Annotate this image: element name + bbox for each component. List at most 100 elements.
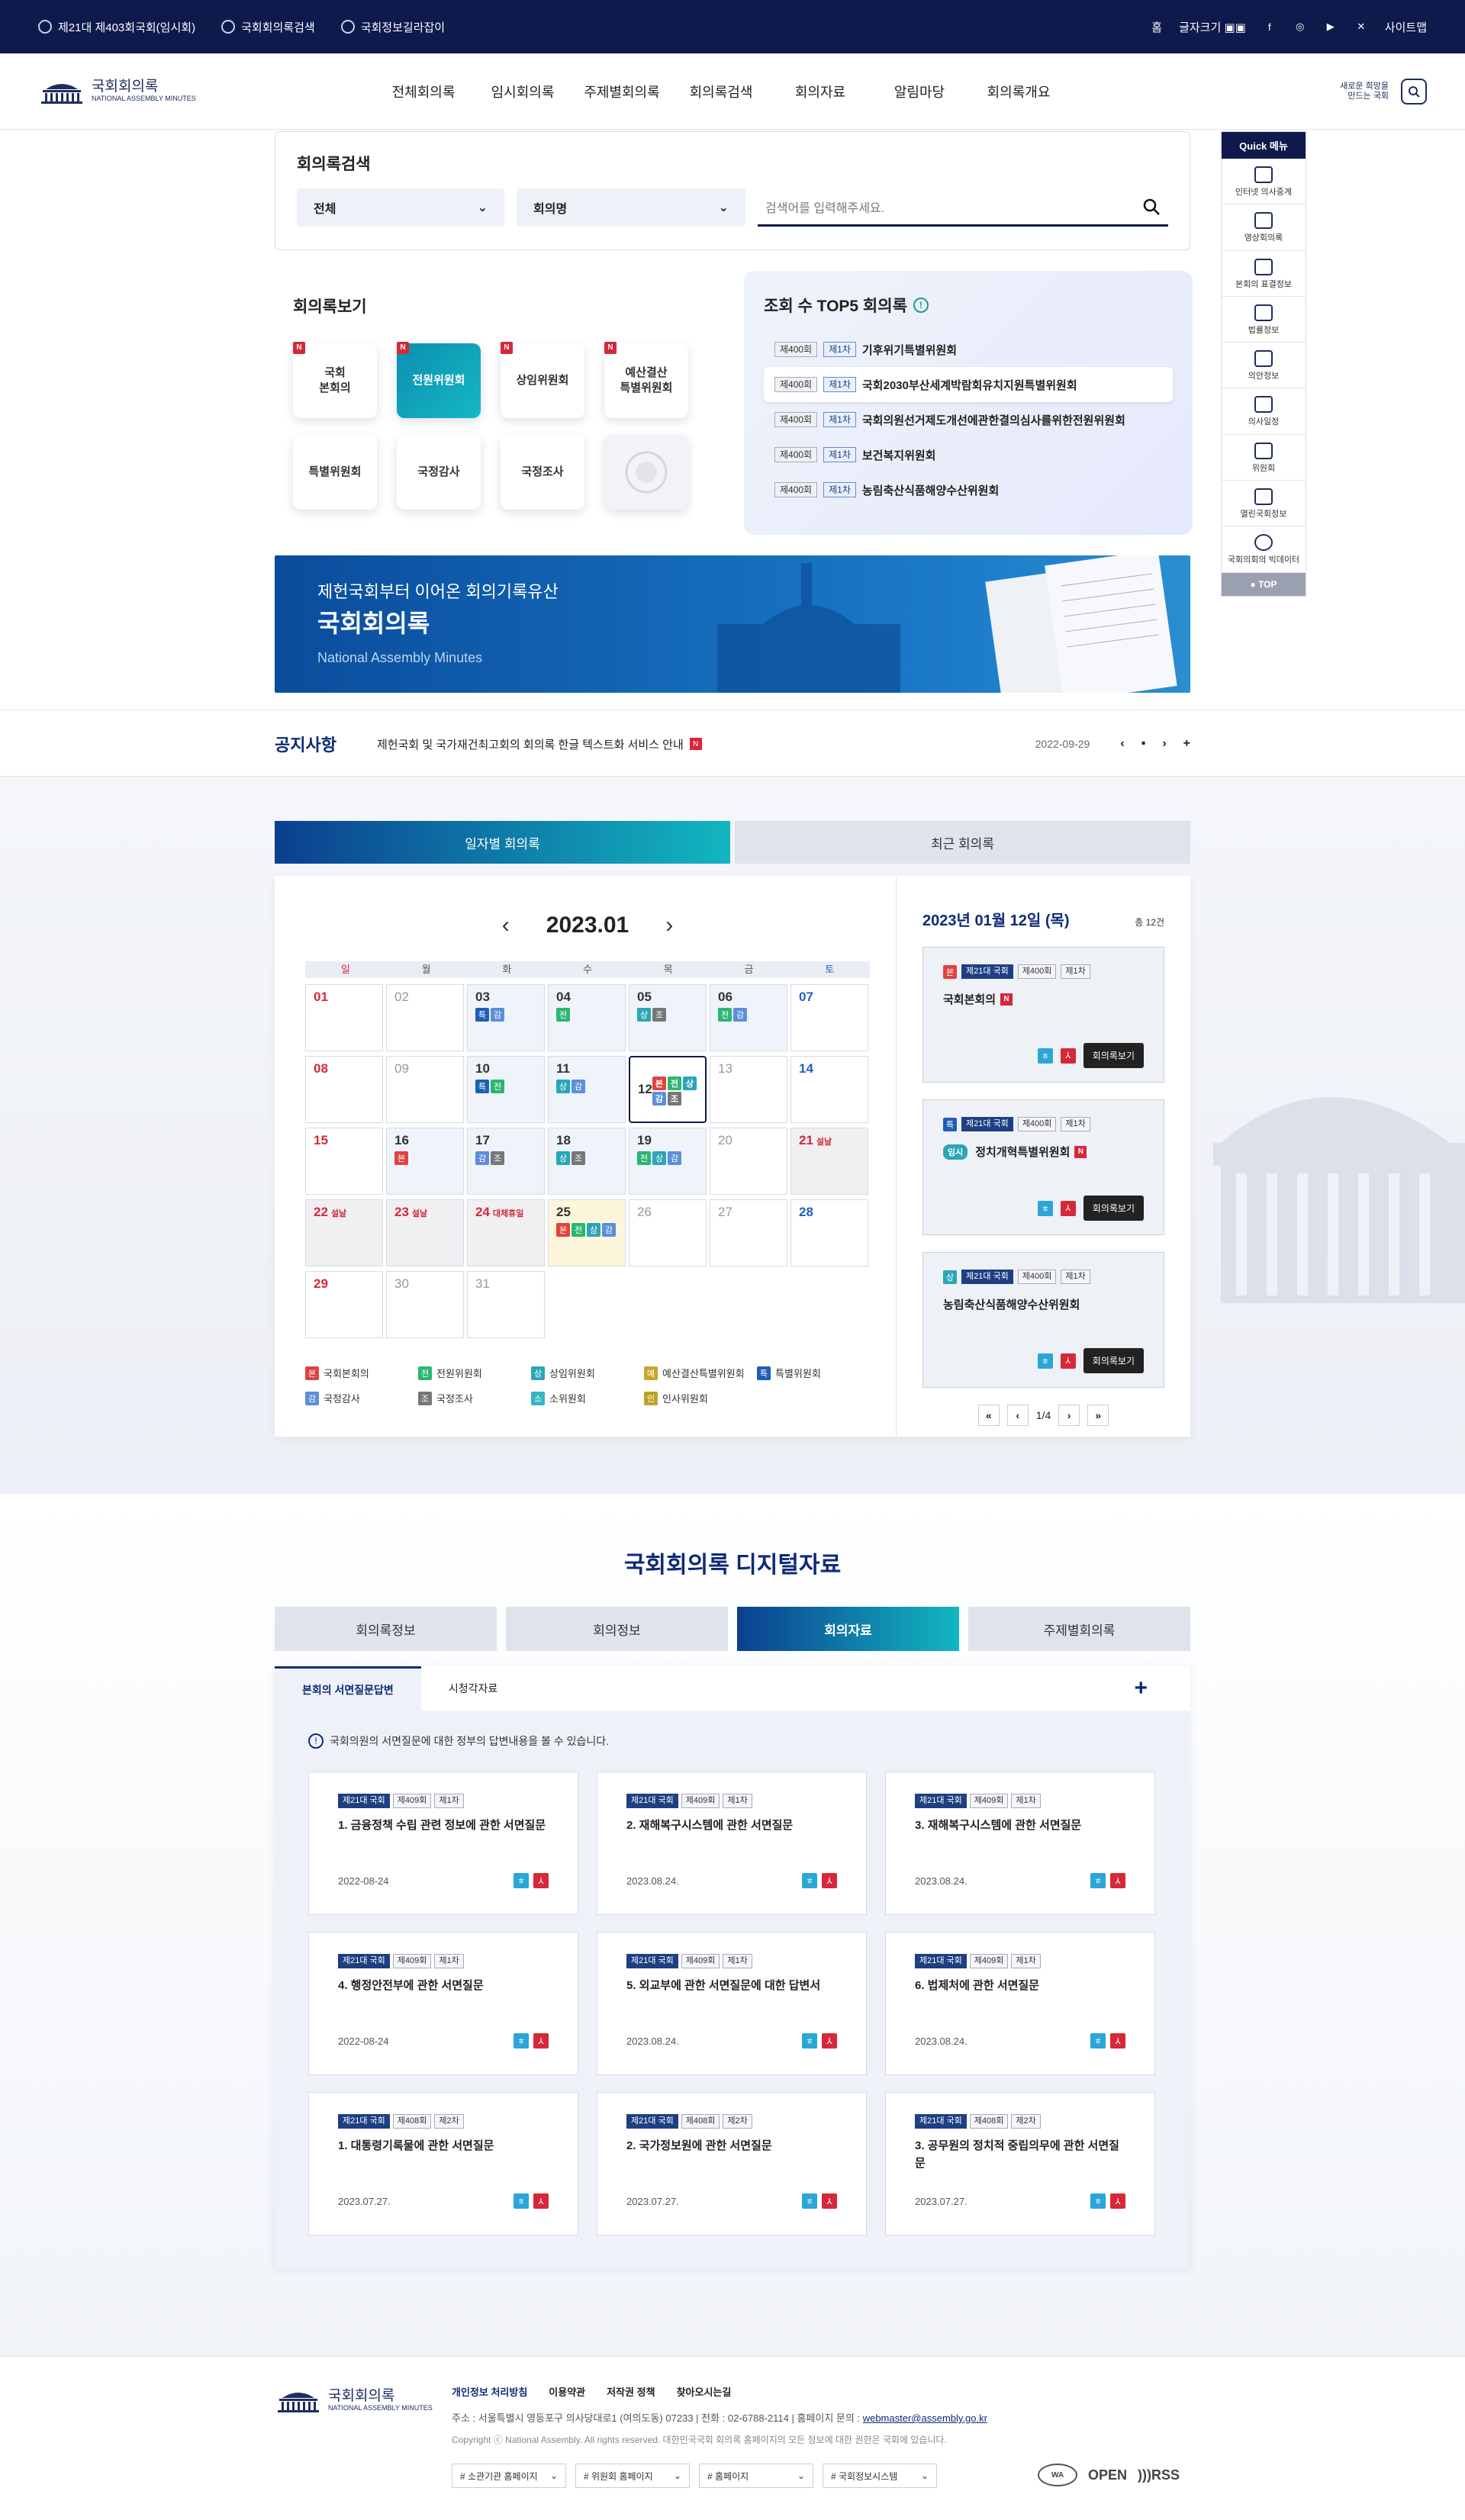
copyright-link[interactable]: 저작권 정책 [607, 2384, 655, 2399]
meeting-type-chip[interactable]: 감 [652, 1092, 666, 1106]
calendar-day[interactable]: 16 본 [386, 1128, 464, 1195]
guide-link[interactable]: 국회정보길라잡이 [340, 19, 445, 35]
nav-materials[interactable]: 회의자료 [771, 82, 870, 101]
hwp-file-icon[interactable]: ㅎ [1037, 1048, 1053, 1064]
hwp-file-icon[interactable]: ㅎ [1037, 1200, 1053, 1216]
search-button[interactable] [1401, 78, 1427, 105]
pdf-file-icon[interactable]: ⅄ [1110, 2193, 1125, 2209]
email-link[interactable]: webmaster@assembly.go.kr [863, 2412, 987, 2424]
category-plenary[interactable]: N 국회 본회의 [293, 342, 377, 418]
x-icon[interactable]: ✕ [1354, 20, 1368, 34]
pdf-file-icon[interactable]: ⅄ [533, 1873, 549, 1888]
meeting-type-chip[interactable]: 감 [668, 1151, 681, 1165]
session-link[interactable]: 제21대 제403회국회(임시회) [38, 19, 195, 35]
calendar-day[interactable]: 10 특 전 [467, 1056, 545, 1123]
quick-item-open[interactable]: 열린국회정보 [1222, 481, 1306, 527]
facebook-icon[interactable]: f [1263, 20, 1277, 34]
info-icon[interactable]: ! [913, 298, 929, 313]
meeting-type-chip[interactable]: 상 [556, 1080, 570, 1093]
pdf-file-icon[interactable]: ⅄ [1060, 1200, 1076, 1216]
nav-all-minutes[interactable]: 전체회의록 [374, 82, 473, 101]
top-button[interactable]: ● TOP [1222, 572, 1306, 596]
more-icon[interactable]: + [1183, 737, 1190, 751]
next-icon[interactable]: › [1162, 737, 1166, 751]
meeting-type-chip[interactable]: 본 [394, 1151, 408, 1165]
tab-recent-minutes[interactable]: 최근 회의록 [735, 821, 1190, 864]
written-question-card[interactable]: 제21대 국회 제409회 제1차 4. 행정안전부에 관한 서면질문 2022-08-… [308, 1932, 578, 2075]
meeting-type-chip[interactable]: 전 [572, 1223, 585, 1237]
category-standing-committee[interactable]: N 상임위원회 [501, 342, 584, 418]
site-logo[interactable]: 국회회의록 NATIONAL ASSEMBLY MINUTES [38, 79, 196, 105]
nav-search-minutes[interactable]: 회의록검색 [671, 82, 771, 101]
home-link[interactable]: 홈 [1151, 19, 1162, 35]
meeting-type-chip[interactable]: 조 [667, 1092, 681, 1106]
category-whole-committee[interactable]: N 전원위원회 [397, 342, 481, 418]
tab-meeting-materials[interactable]: 회의자료 [737, 1607, 959, 1651]
quick-item-schedule[interactable]: 의사일정 [1222, 388, 1306, 435]
meeting-type-chip[interactable]: 본 [652, 1077, 666, 1090]
pdf-file-icon[interactable]: ⅄ [1110, 1873, 1125, 1888]
written-question-card[interactable]: 제21대 국회 제408회 제2차 1. 대통령기록물에 관한 서면질문 2023.07… [308, 2092, 578, 2235]
category-audit[interactable]: 국정감사 [397, 435, 481, 510]
meeting-type-chip[interactable]: 감 [733, 1008, 747, 1022]
font-size-control[interactable]: 글자크기 ▣▣ [1179, 19, 1246, 35]
meeting-type-chip[interactable]: 상 [652, 1151, 666, 1165]
meeting-type-chip[interactable]: 감 [475, 1151, 489, 1165]
top5-item[interactable]: 제400회 제1차 국회의원선거제도개선에관한결의심사를위한전원위원회 [764, 402, 1173, 437]
heritage-banner[interactable]: 제헌국회부터 이어온 회의기록유산 국회회의록 National Assembl… [275, 555, 1190, 693]
written-question-card[interactable]: 제21대 국회 제408회 제2차 2. 국가정보원에 관한 서면질문 2023.07.… [597, 2092, 867, 2235]
top5-item[interactable]: 제400회 제1차 농림축산식품해양수산위원회 [764, 472, 1173, 507]
hwp-file-icon[interactable]: ㅎ [514, 2193, 529, 2209]
meeting-type-chip[interactable]: 전 [718, 1008, 732, 1022]
meeting-type-chip[interactable]: 전 [556, 1008, 570, 1022]
prev-month-icon[interactable]: ‹ [502, 912, 510, 938]
calendar-day[interactable]: 18 상 조 [548, 1128, 626, 1195]
meeting-type-chip[interactable]: 특 [475, 1080, 489, 1093]
tab-meeting-info[interactable]: 회의정보 [506, 1607, 728, 1651]
written-question-card[interactable]: 제21대 국회 제409회 제1차 5. 외교부에 관한 서면질문에 대한 답변서 20… [597, 1932, 867, 2075]
calendar-day[interactable]: 25 본 전 상 감 [548, 1199, 626, 1266]
nav-temp-minutes[interactable]: 임시회의록 [473, 82, 572, 101]
youtube-icon[interactable]: ▶ [1324, 20, 1338, 34]
top5-item[interactable]: 제400회 제1차 국회2030부산세계박람회유치지원특별위원회 [764, 367, 1173, 402]
hwp-file-icon[interactable]: ㅎ [802, 1873, 817, 1888]
info-system-select[interactable]: # 국회정보시스템 ⌄ [823, 2464, 937, 2488]
terms-link[interactable]: 이용약관 [549, 2384, 585, 2399]
meeting-type-chip[interactable]: 조 [652, 1008, 666, 1022]
written-question-card[interactable]: 제21대 국회 제409회 제1차 6. 법제처에 관한 서면질문 2023.08.24… [885, 1932, 1155, 2075]
pdf-file-icon[interactable]: ⅄ [822, 2193, 837, 2209]
category-investigation[interactable]: 국정조사 [501, 435, 584, 510]
calendar-day[interactable]: 03 특 감 [467, 984, 545, 1051]
calendar-day[interactable]: 11 상 감 [548, 1056, 626, 1123]
quick-item-committee[interactable]: 위원회 [1222, 435, 1306, 481]
written-question-card[interactable]: 제21대 국회 제409회 제1차 3. 재해복구시스템에 관한 서면질문 2023.0… [885, 1772, 1155, 1915]
hwp-file-icon[interactable]: ㅎ [514, 2033, 529, 2049]
last-page-icon[interactable]: » [1087, 1405, 1109, 1426]
meeting-type-chip[interactable]: 특 [475, 1008, 489, 1022]
rss-icon[interactable]: )))RSS [1138, 2467, 1180, 2483]
quick-item-live[interactable]: 인터넷 의사중계 [1222, 159, 1306, 205]
pdf-file-icon[interactable]: ⅄ [1060, 1048, 1076, 1064]
calendar-day[interactable]: 05 상 조 [629, 984, 707, 1051]
hwp-file-icon[interactable]: ㅎ [1037, 1353, 1053, 1369]
prev-icon[interactable]: ‹ [1120, 737, 1124, 751]
quick-item-bigdata[interactable]: 국회의회의 빅데이터 [1222, 526, 1306, 573]
calendar-day[interactable]: 12 본 전 상 감 조 [629, 1056, 707, 1123]
category-special-committee[interactable]: 특별위원회 [293, 435, 377, 510]
pdf-file-icon[interactable]: ⅄ [822, 1873, 837, 1888]
pdf-file-icon[interactable]: ⅄ [533, 2033, 549, 2049]
quick-item-vote[interactable]: 본회의 표결정보 [1222, 251, 1306, 297]
top5-item[interactable]: 제400회 제1차 보건복지위원회 [764, 437, 1173, 472]
homepage-select[interactable]: # 홈페이지 ⌄ [699, 2464, 813, 2488]
related-site-select[interactable]: # 소관기관 홈페이지 ⌄ [452, 2464, 566, 2488]
open-license-badge[interactable]: OPEN [1088, 2467, 1127, 2483]
written-question-card[interactable]: 제21대 국회 제408회 제2차 3. 공무원의 정치적 중립의무에 관한 서면질문… [885, 2092, 1155, 2235]
quick-item-video[interactable]: 영상회의록 [1222, 204, 1306, 251]
more-icon[interactable]: + [1106, 1666, 1175, 1711]
meeting-type-chip[interactable]: 전 [637, 1151, 651, 1165]
view-minutes-button[interactable]: 회의록보기 [1083, 1348, 1144, 1373]
search-input[interactable]: 검색어를 입력해주세요. [758, 188, 1168, 227]
directions-link[interactable]: 찾아오시는길 [677, 2384, 732, 2399]
written-question-card[interactable]: 제21대 국회 제409회 제1차 2. 재해복구시스템에 관한 서면질문 2023.0… [597, 1772, 867, 1915]
next-page-icon[interactable]: › [1058, 1405, 1080, 1426]
